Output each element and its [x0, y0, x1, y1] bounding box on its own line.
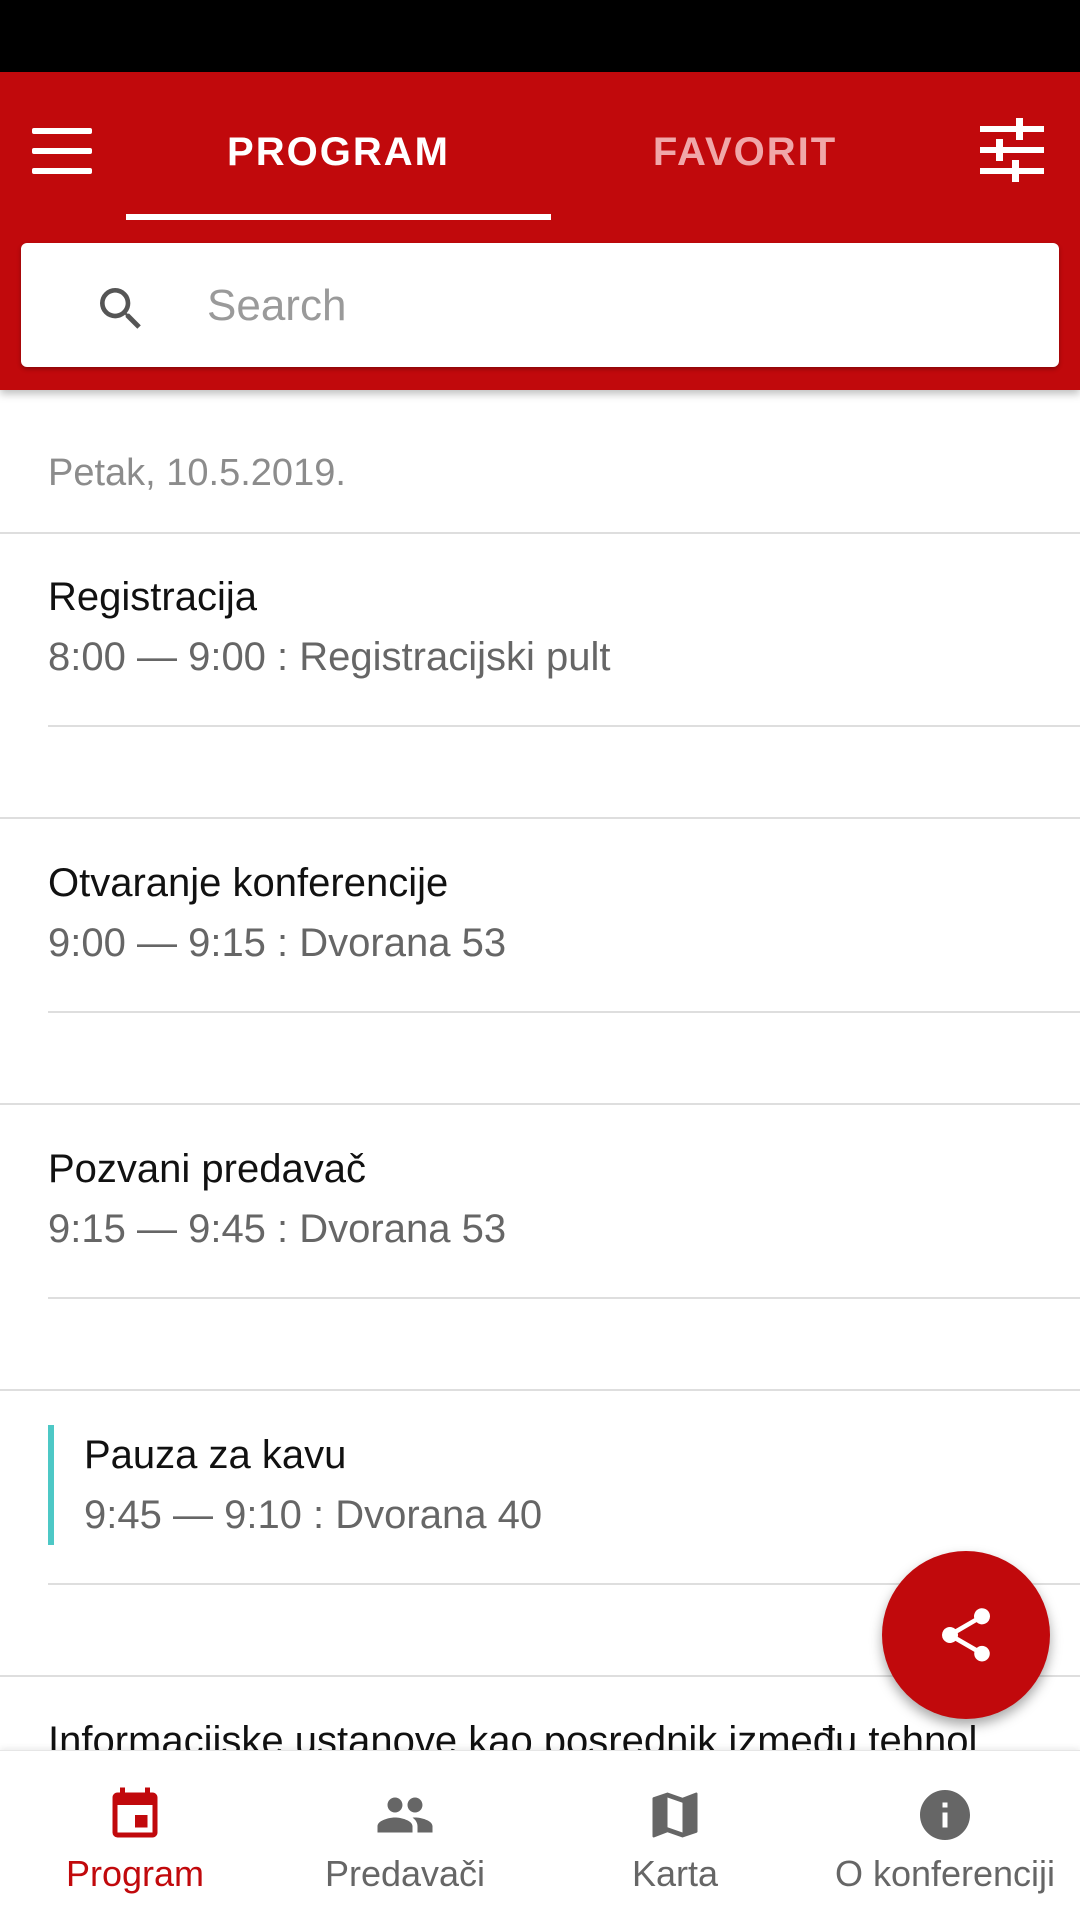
nav-item-predavaci[interactable]: Predavači — [270, 1751, 540, 1921]
divider — [0, 1103, 1080, 1105]
share-icon — [941, 1608, 991, 1662]
divider — [48, 1297, 1080, 1299]
status-bar — [0, 0, 1080, 72]
session-item[interactable]: Registracija 8:00 — 9:00 : Registracijsk… — [48, 567, 1080, 687]
session-item[interactable]: Pozvani predavač 9:15 — 9:45 : Dvorana 5… — [48, 1139, 1080, 1259]
nav-label: Program — [65, 1853, 205, 1894]
divider — [0, 1389, 1080, 1391]
session-title: Pozvani predavač — [48, 1147, 366, 1191]
menu-icon-line — [32, 128, 92, 134]
bottom-navigation: Program Predavači Karta O konferenciji — [0, 1750, 1080, 1921]
divider — [0, 817, 1080, 819]
nav-label: O konferenciji — [834, 1853, 1056, 1894]
schedule-list: Petak, 10.5.2019. Registracija 8:00 — 9:… — [0, 390, 1080, 1750]
people-icon — [377, 1797, 433, 1833]
session-title: Informacijske ustanove kao posrednik izm… — [48, 1719, 978, 1750]
divider — [48, 725, 1080, 727]
map-icon — [652, 1792, 698, 1838]
menu-icon-line — [32, 148, 92, 154]
tab-favorit[interactable]: FAVORIT — [540, 122, 950, 182]
filter-button[interactable] — [976, 114, 1048, 186]
session-time-location: 8:00 — 9:00 : Registracijski pult — [48, 635, 611, 679]
search-bar — [21, 243, 1059, 367]
nav-item-o-konferenciji[interactable]: O konferenciji — [810, 1751, 1080, 1921]
session-time-location: 9:15 — 9:45 : Dvorana 53 — [48, 1207, 507, 1251]
search-icon — [100, 288, 141, 329]
divider — [0, 532, 1080, 534]
session-title: Registracija — [48, 575, 257, 619]
nav-label: Predavači — [324, 1853, 486, 1894]
tab-program[interactable]: PROGRAM — [126, 122, 551, 182]
nav-label: Karta — [631, 1853, 719, 1894]
session-title: Pauza za kavu — [84, 1433, 347, 1477]
active-tab-indicator — [126, 214, 551, 220]
search-input[interactable] — [205, 267, 1029, 345]
nav-item-karta[interactable]: Karta — [540, 1751, 810, 1921]
share-button[interactable] — [882, 1551, 1050, 1719]
session-item[interactable]: Informacijske ustanove kao posrednik izm… — [48, 1711, 1080, 1750]
session-time-location: 9:45 — 9:10 : Dvorana 40 — [84, 1493, 543, 1537]
filter-sliders-icon — [980, 118, 1044, 182]
session-title: Otvaranje konferencije — [48, 861, 449, 905]
session-time-location: 9:00 — 9:15 : Dvorana 53 — [48, 921, 507, 965]
session-item-highlighted[interactable]: Pauza za kavu 9:45 — 9:10 : Dvorana 40 — [48, 1425, 1080, 1545]
divider — [48, 1011, 1080, 1013]
menu-button[interactable] — [32, 128, 92, 174]
session-item[interactable]: Otvaranje konferencije 9:00 — 9:15 : Dvo… — [48, 853, 1080, 973]
day-header: Petak, 10.5.2019. — [48, 452, 346, 494]
nav-item-program[interactable]: Program — [0, 1751, 270, 1921]
calendar-icon — [112, 1787, 158, 1838]
info-icon — [920, 1790, 970, 1840]
app-bar: PROGRAM FAVORIT — [0, 72, 1080, 390]
menu-icon-line — [32, 168, 92, 174]
